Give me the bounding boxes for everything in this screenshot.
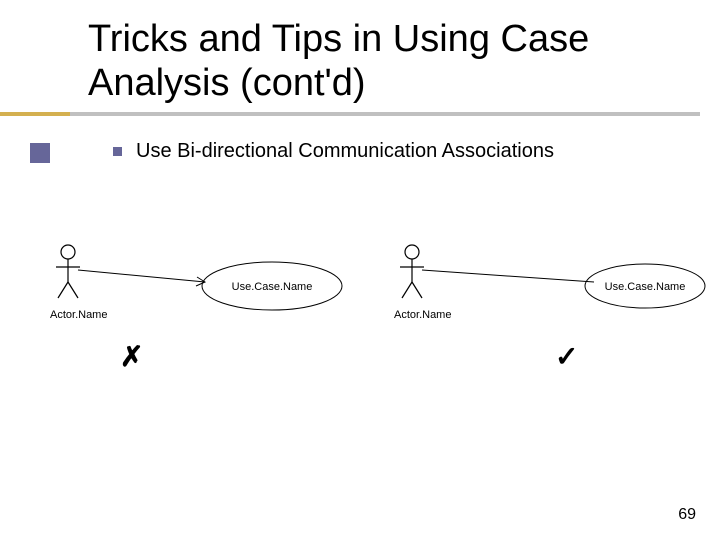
actor-icon — [56, 245, 80, 298]
actor-label: Actor.Name — [50, 309, 107, 321]
usecase-label: Use.Case.Name — [605, 281, 686, 293]
actor-label: Actor.Name — [394, 309, 451, 321]
check-icon: ✓ — [555, 340, 578, 373]
slide-accent-box — [30, 143, 50, 163]
cross-icon: ✗ — [120, 340, 143, 373]
left-diagram: Actor.Name Use.Case.Name — [0, 240, 360, 400]
usecase-label: Use.Case.Name — [232, 281, 313, 293]
title-underline-accent — [0, 112, 70, 116]
title-underline — [0, 112, 700, 116]
actor-icon — [400, 245, 424, 298]
bullet-text: Use Bi-directional Communication Associa… — [136, 140, 554, 163]
title-text: Tricks and Tips in Using Case Analysis (… — [88, 18, 688, 105]
page-number: 69 — [678, 506, 696, 524]
diagram-area: Actor.Name Use.Case.Name Actor.Name Use.… — [0, 240, 720, 400]
bullet-row: Use Bi-directional Communication Associa… — [113, 140, 554, 163]
bullet-icon — [113, 147, 122, 156]
slide-title: Tricks and Tips in Using Case Analysis (… — [88, 18, 688, 105]
right-diagram: Actor.Name Use.Case.Name — [350, 240, 720, 400]
